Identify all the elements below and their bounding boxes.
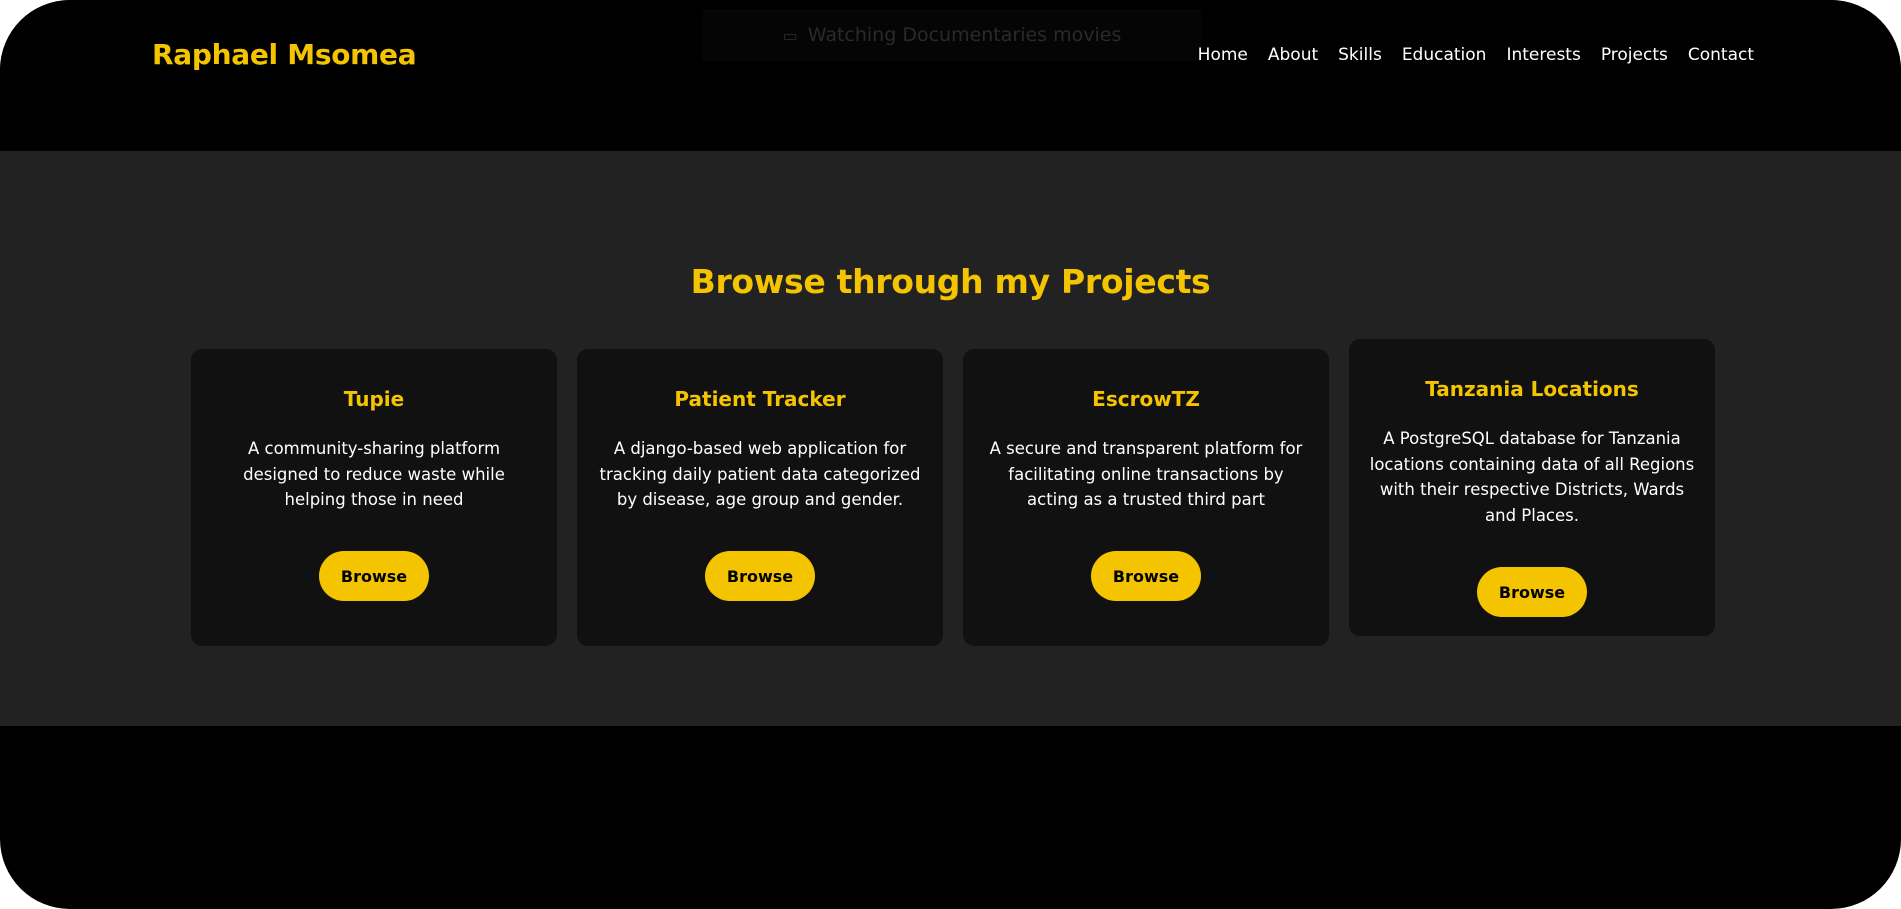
nav-projects[interactable]: Projects bbox=[1601, 45, 1668, 65]
project-card-escrowtz: EscrowTZ A secure and transparent platfo… bbox=[963, 349, 1329, 646]
main-nav: Home About Skills Education Interests Pr… bbox=[1198, 45, 1754, 65]
interest-ticker: ▭ Watching Documentaries movies bbox=[702, 9, 1202, 61]
nav-education[interactable]: Education bbox=[1402, 45, 1487, 65]
projects-section: Browse through my Projects Tupie A commu… bbox=[0, 151, 1901, 726]
project-description: A secure and transparent platform for fa… bbox=[989, 439, 1303, 509]
browse-button-escrowtz[interactable]: Browse bbox=[1091, 551, 1201, 601]
site-brand[interactable]: Raphael Msomea bbox=[152, 38, 417, 71]
project-description: A django-based web application for track… bbox=[599, 439, 921, 509]
interest-ticker-text: Watching Documentaries movies bbox=[807, 24, 1122, 46]
project-description: A community-sharing platform designed to… bbox=[243, 439, 505, 509]
project-title: Tupie bbox=[343, 387, 405, 411]
browse-button-patient-tracker[interactable]: Browse bbox=[705, 551, 815, 601]
project-card-tupie: Tupie A community-sharing platform desig… bbox=[191, 349, 557, 646]
nav-skills[interactable]: Skills bbox=[1338, 45, 1382, 65]
section-title: Browse through my Projects bbox=[690, 262, 1211, 301]
nav-about[interactable]: About bbox=[1268, 45, 1318, 65]
project-card-tanzania-locations: Tanzania Locations A PostgreSQL database… bbox=[1349, 339, 1715, 636]
page-frame: Raphael Msomea ▭ Watching Documentaries … bbox=[0, 0, 1901, 909]
browse-button-tupie[interactable]: Browse bbox=[319, 551, 429, 601]
project-description: A PostgreSQL database for Tanzania locat… bbox=[1369, 429, 1695, 525]
tv-icon: ▭ bbox=[782, 25, 798, 45]
site-header: Raphael Msomea ▭ Watching Documentaries … bbox=[0, 0, 1901, 151]
project-title: Patient Tracker bbox=[674, 387, 846, 411]
project-title: EscrowTZ bbox=[1092, 387, 1200, 411]
nav-interests[interactable]: Interests bbox=[1506, 45, 1580, 65]
browse-button-tanzania-locations[interactable]: Browse bbox=[1477, 567, 1587, 617]
nav-contact[interactable]: Contact bbox=[1688, 45, 1754, 65]
nav-home[interactable]: Home bbox=[1198, 45, 1248, 65]
project-card-patient-tracker: Patient Tracker A django-based web appli… bbox=[577, 349, 943, 646]
project-title: Tanzania Locations bbox=[1425, 377, 1639, 401]
